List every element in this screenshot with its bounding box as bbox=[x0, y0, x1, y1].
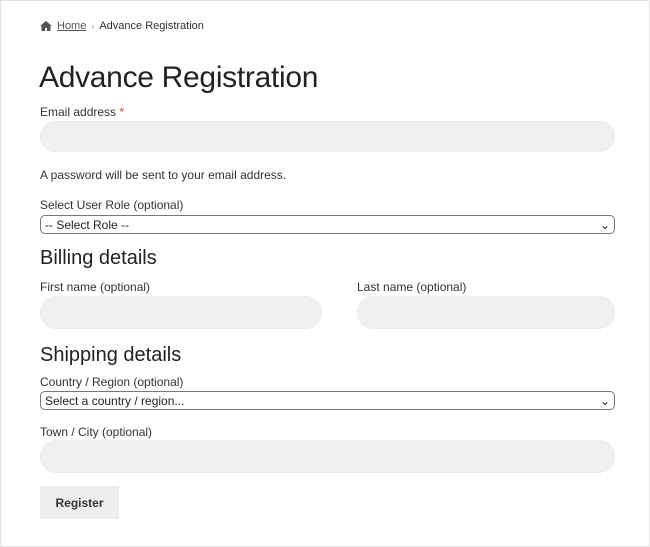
registration-page: Home › Advance Registration Advance Regi… bbox=[0, 0, 650, 547]
email-input[interactable] bbox=[40, 121, 615, 152]
country-select[interactable]: Select a country / region... ⌄ bbox=[40, 391, 615, 410]
first-name-label: First name (optional) bbox=[40, 280, 150, 294]
city-label: Town / City (optional) bbox=[40, 425, 152, 439]
shipping-heading: Shipping details bbox=[40, 344, 181, 367]
country-label: Country / Region (optional) bbox=[40, 375, 183, 389]
email-label-text: Email address bbox=[40, 105, 116, 119]
home-icon bbox=[40, 21, 52, 31]
last-name-input[interactable] bbox=[357, 296, 615, 329]
password-note: A password will be sent to your email ad… bbox=[40, 168, 286, 182]
country-selected: Select a country / region... bbox=[45, 394, 184, 408]
breadcrumb-home-link[interactable]: Home bbox=[57, 20, 86, 32]
breadcrumb-current: Advance Registration bbox=[99, 20, 204, 32]
chevron-down-icon: ⌄ bbox=[600, 218, 610, 232]
page-title: Advance Registration bbox=[39, 61, 318, 95]
chevron-right-icon: › bbox=[91, 21, 94, 31]
last-name-label: Last name (optional) bbox=[357, 280, 466, 294]
register-button[interactable]: Register bbox=[40, 486, 119, 519]
chevron-down-icon: ⌄ bbox=[600, 394, 610, 408]
role-selected: -- Select Role -- bbox=[45, 218, 129, 232]
first-name-input[interactable] bbox=[40, 296, 322, 329]
role-select[interactable]: -- Select Role -- ⌄ bbox=[40, 215, 615, 234]
city-input[interactable] bbox=[40, 440, 615, 473]
billing-heading: Billing details bbox=[40, 247, 157, 270]
role-label: Select User Role (optional) bbox=[40, 198, 183, 212]
required-marker: * bbox=[119, 105, 124, 119]
breadcrumb: Home › Advance Registration bbox=[40, 20, 204, 32]
email-label: Email address * bbox=[40, 105, 124, 119]
